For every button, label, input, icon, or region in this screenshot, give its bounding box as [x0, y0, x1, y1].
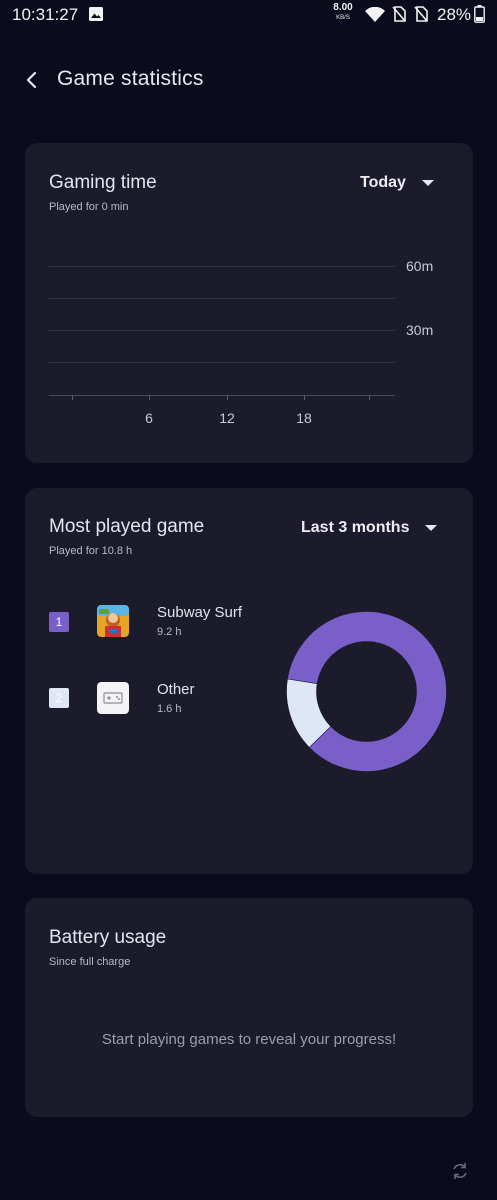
rank-badge: 2: [49, 688, 69, 708]
chart-x-tick: [149, 395, 150, 400]
game-time: 9.2 h: [157, 626, 182, 638]
game-name: Subway Surf: [157, 604, 243, 621]
battery-usage-subtitle: Since full charge: [49, 956, 131, 968]
refresh-icon[interactable]: [451, 1161, 469, 1181]
chart-y-label-30m: 30m: [406, 322, 434, 338]
chart-gridline: [49, 362, 395, 363]
gaming-time-title: Gaming time: [49, 172, 157, 193]
battery-usage-title: Battery usage: [49, 927, 167, 948]
network-speed-value: 8.00: [333, 2, 353, 13]
page-title: Game statistics: [57, 67, 204, 90]
chart-x-axis: [49, 395, 395, 396]
most-played-period-dropdown[interactable]: Last 3 months: [301, 519, 438, 537]
chart-x-tick: [304, 395, 305, 400]
most-played-subtitle: Played for 10.8 h: [49, 545, 133, 557]
battery-percent: 28%: [437, 5, 472, 24]
no-sim-icon: [414, 6, 428, 22]
chart-gridline-30m: [49, 330, 395, 331]
status-bar: 10:31:27 8.00 KB/S 28%: [0, 0, 497, 30]
network-speed-unit: KB/S: [336, 15, 350, 21]
most-played-card: Most played game Played for 10.8 h Last …: [25, 488, 473, 874]
subway-surf-app-icon: [97, 605, 129, 637]
chart-x-tick: [227, 395, 228, 400]
most-played-donut-chart: [286, 611, 447, 772]
game-name: Other: [157, 681, 195, 698]
gallery-notification-icon: [89, 7, 103, 21]
network-speed: 8.00 KB/S: [331, 2, 355, 22]
game-time: 1.6 h: [157, 703, 182, 715]
chart-gridline-60m: [49, 266, 395, 267]
gaming-time-period-label: Today: [360, 174, 406, 191]
most-played-title: Most played game: [49, 516, 205, 537]
chart-x-tick: [72, 395, 73, 400]
battery-usage-card: Battery usage Since full charge Start pl…: [25, 898, 473, 1117]
status-time: 10:31:27: [12, 5, 79, 24]
app-header: Game statistics: [0, 58, 497, 102]
chart-y-label-60m: 60m: [406, 258, 434, 274]
gaming-time-subtitle: Played for 0 min: [49, 201, 129, 213]
wifi-icon: [365, 7, 385, 22]
most-played-period-label: Last 3 months: [301, 519, 410, 536]
rank-badge: 1: [49, 612, 69, 632]
chart-x-label-6: 6: [145, 410, 153, 426]
chevron-down-icon: [425, 525, 438, 531]
no-sim-icon: [392, 6, 406, 22]
back-arrow-icon[interactable]: [20, 66, 44, 94]
chart-x-tick: [369, 395, 370, 400]
gamepad-icon: [97, 682, 129, 714]
chevron-down-icon: [421, 180, 434, 186]
battery-empty-message: Start playing games to reveal your progr…: [101, 1031, 397, 1048]
chart-x-label-12: 12: [219, 410, 235, 426]
chart-gridline: [49, 298, 395, 299]
battery-icon: [474, 5, 485, 23]
gaming-time-period-dropdown[interactable]: Today: [360, 174, 434, 192]
gaming-time-card: Gaming time Played for 0 min Today 60m 3…: [25, 143, 473, 463]
chart-x-label-18: 18: [296, 410, 312, 426]
